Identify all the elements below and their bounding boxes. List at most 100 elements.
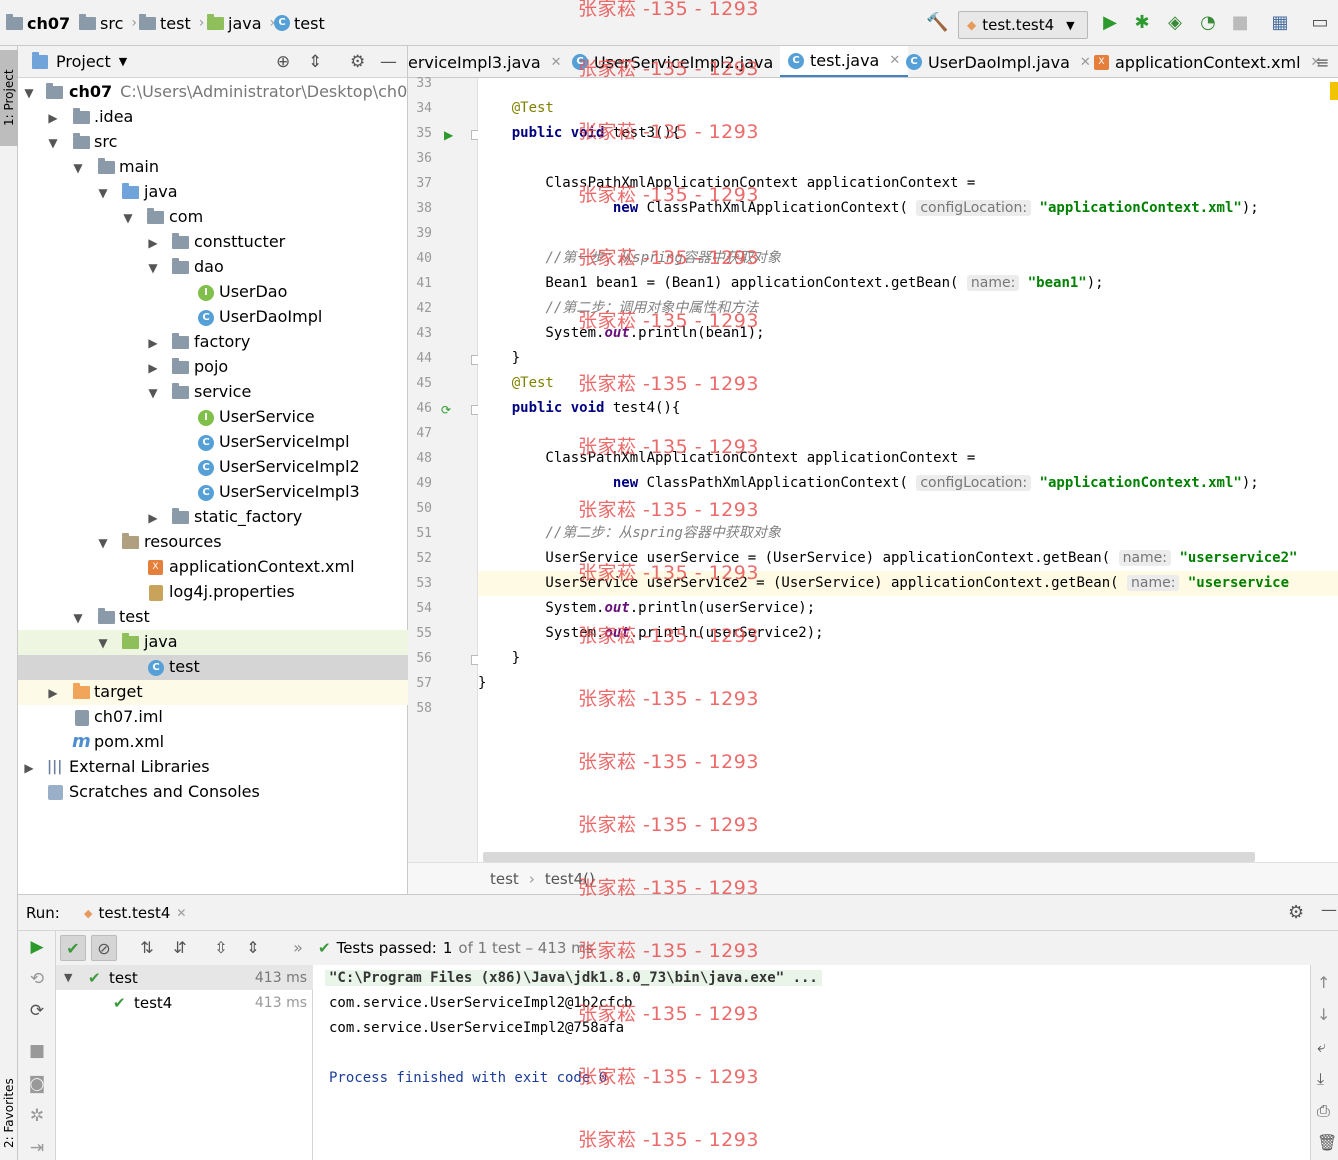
tree-item-userserviceimpl3[interactable]: C UserServiceImpl3	[18, 480, 408, 505]
tree-item-dao[interactable]: ▼ dao	[18, 255, 408, 280]
tab-userserviceimpl2[interactable]: C UserServiceImpl2.java✕	[566, 46, 800, 77]
run-config-select[interactable]: ◆ test.test4 ▼	[958, 11, 1088, 39]
tree-item-test-java[interactable]: ▼ java	[18, 630, 408, 655]
tree-item-target[interactable]: ▶ target	[18, 680, 408, 705]
breadcrumb-test-class[interactable]: C test	[274, 12, 325, 34]
project-view-selector[interactable]: Project ▼	[32, 51, 127, 71]
breadcrumb-project[interactable]: ch07›	[6, 12, 84, 34]
tree-item-src[interactable]: ▼ src	[18, 130, 408, 155]
sort-alphabetically-icon[interactable]: ⇅	[134, 935, 160, 961]
tree-item-applicationcontext-xml[interactable]: X applicationContext.xml	[18, 555, 408, 580]
toggle-auto-test-icon[interactable]: ⟳	[27, 1001, 47, 1021]
status-passed-label: Tests passed:	[336, 939, 437, 957]
chevron-down-icon: ▼	[123, 210, 133, 225]
code-breadcrumb-method[interactable]: test4()	[545, 870, 595, 888]
tree-item-userserviceimpl2[interactable]: C UserServiceImpl2	[18, 455, 408, 480]
settings-bug-icon[interactable]: ✲	[27, 1106, 47, 1126]
arrow-down-icon[interactable]: ↓	[1317, 1005, 1330, 1024]
iml-file-icon	[75, 710, 89, 726]
stop-icon[interactable]: ■	[1230, 13, 1250, 33]
camera-icon[interactable]: ◙	[27, 1074, 47, 1094]
tree-item-idea[interactable]: ▶ .idea	[18, 105, 408, 130]
trash-icon[interactable]: 🗑	[1317, 1133, 1337, 1152]
close-icon[interactable]: ✕	[889, 53, 900, 68]
breadcrumb-java[interactable]: java ›	[207, 12, 275, 34]
print-icon[interactable]: ⎙	[1317, 1101, 1330, 1121]
run-icon[interactable]: ▶	[1100, 13, 1120, 33]
run-test-gutter-icon[interactable]: ▶	[444, 128, 453, 142]
tree-item-com[interactable]: ▼ com	[18, 205, 408, 230]
tree-item-static-factory[interactable]: ▶ static_factory	[18, 505, 408, 530]
tree-item-ch07-iml[interactable]: ch07.iml	[18, 705, 408, 730]
code-editor[interactable]: @Test public void test3(){ ClassPathXmlA…	[478, 78, 1338, 862]
console-output[interactable]: "C:\Program Files (x86)\Java\jdk1.8.0_73…	[313, 965, 1310, 1160]
code-breadcrumb-class[interactable]: test	[490, 870, 519, 888]
minimize-icon[interactable]: —	[1321, 900, 1337, 919]
arrow-up-icon[interactable]: ↑	[1317, 973, 1330, 992]
tab-userdaoimpl[interactable]: C UserDaoImpl.java ✕	[900, 46, 1097, 77]
breadcrumb-test[interactable]: test ›	[139, 12, 204, 34]
profile-icon[interactable]: ◔	[1198, 13, 1218, 33]
test-node-test4[interactable]: ✔ test4 413 ms	[56, 990, 313, 1015]
scroll-to-end-icon[interactable]: ⤓	[1317, 1069, 1324, 1089]
tree-item-ch07[interactable]: ▼ ch07 C:\Users\Administrator\Desktop\ch0…	[18, 80, 417, 105]
test-node-test[interactable]: ▼ ✔ test 413 ms	[56, 965, 313, 990]
debug-icon[interactable]: ✱	[1132, 13, 1152, 33]
window-icon[interactable]: ▭	[1310, 13, 1330, 33]
scratches-icon	[48, 785, 63, 800]
minimize-icon[interactable]: —	[380, 52, 397, 72]
tree-item-consttucter[interactable]: ▶ consttucter	[18, 230, 408, 255]
close-icon[interactable]: ✕	[176, 906, 186, 920]
close-icon[interactable]: ✕	[551, 55, 562, 70]
collapse-all-icon[interactable]: ⇕	[308, 52, 322, 72]
tree-item-log4j-properties[interactable]: log4j.properties	[18, 580, 408, 605]
tab-test-java[interactable]: C test.java ✕	[780, 46, 909, 77]
more-actions-icon[interactable]: »	[285, 935, 311, 961]
run-test-passed-gutter-icon[interactable]: ⟳	[441, 403, 451, 417]
tree-item-test-class[interactable]: C test	[18, 655, 408, 680]
soft-wrap-icon[interactable]: ⤶	[1317, 1037, 1326, 1057]
locate-icon[interactable]: ⊕	[276, 52, 290, 72]
tree-item-resources[interactable]: ▼ resources	[18, 530, 408, 555]
tree-item-main-java[interactable]: ▼ java	[18, 180, 408, 205]
warning-marker[interactable]	[1330, 82, 1338, 100]
tree-item-userserviceimpl[interactable]: C UserServiceImpl	[18, 430, 408, 455]
rerun-icon[interactable]: ▶	[27, 937, 47, 957]
tree-item-userservice[interactable]: I UserService	[18, 405, 408, 430]
show-passed-toggle[interactable]: ✔	[60, 935, 86, 961]
tree-item-pojo[interactable]: ▶ pojo	[18, 355, 408, 380]
run-tab-test4[interactable]: ◆ test.test4 ✕	[84, 904, 186, 922]
horizontal-scrollbar[interactable]	[483, 852, 1255, 862]
tree-item-userdao[interactable]: I UserDao	[18, 280, 408, 305]
coverage-icon[interactable]: ◈	[1165, 13, 1185, 33]
tree-item-scratches[interactable]: Scratches and Consoles	[18, 780, 408, 805]
tree-item-label: pom.xml	[94, 732, 165, 751]
tree-item-external-libraries[interactable]: ▶ ||| External Libraries	[18, 755, 408, 780]
show-ignored-toggle[interactable]: ⊘	[91, 935, 117, 961]
collapse-all-icon[interactable]: ⇕	[240, 935, 266, 961]
rerun-failed-icon[interactable]: ⟲	[27, 969, 47, 989]
breadcrumb-src[interactable]: src ›	[79, 12, 137, 34]
tree-item-pom-xml[interactable]: m pom.xml	[18, 730, 408, 755]
tree-item-userdaoimpl[interactable]: C UserDaoImpl	[18, 305, 408, 330]
tab-overflow-menu[interactable]: ≡	[1316, 46, 1329, 77]
console-side-toolbar: ↑ ↓ ⤶ ⤓ ⎙ 🗑	[1310, 965, 1338, 1160]
favorites-tool-tab[interactable]: 2: Favorites	[0, 1066, 18, 1160]
tab-userserviceimpl3[interactable]: erviceImpl3.java ✕	[408, 46, 568, 77]
sort-by-duration-icon[interactable]: ⇵	[167, 935, 193, 961]
tree-item-test[interactable]: ▼ test	[18, 605, 408, 630]
tab-applicationcontext-xml[interactable]: X applicationContext.xml ✕	[1088, 46, 1327, 77]
tree-item-factory[interactable]: ▶ factory	[18, 330, 408, 355]
tree-item-main[interactable]: ▼ main	[18, 155, 408, 180]
tree-item-service[interactable]: ▼ service	[18, 380, 408, 405]
console-line-command: "C:\Program Files (x86)\Java\jdk1.8.0_73…	[325, 970, 822, 986]
expand-all-icon[interactable]: ⇳	[208, 935, 234, 961]
project-tool-tab[interactable]: 1: Project	[0, 50, 18, 146]
exit-icon[interactable]: ⇥	[27, 1138, 47, 1158]
gear-icon[interactable]: ⚙	[350, 52, 365, 72]
stop-icon[interactable]: ■	[27, 1041, 47, 1061]
build-hammer-icon[interactable]: 🔨	[926, 13, 948, 33]
project-structure-icon[interactable]: ▦	[1270, 13, 1290, 33]
tree-item-label: UserServiceImpl2	[219, 457, 360, 476]
gear-icon[interactable]: ⚙	[1288, 902, 1304, 923]
